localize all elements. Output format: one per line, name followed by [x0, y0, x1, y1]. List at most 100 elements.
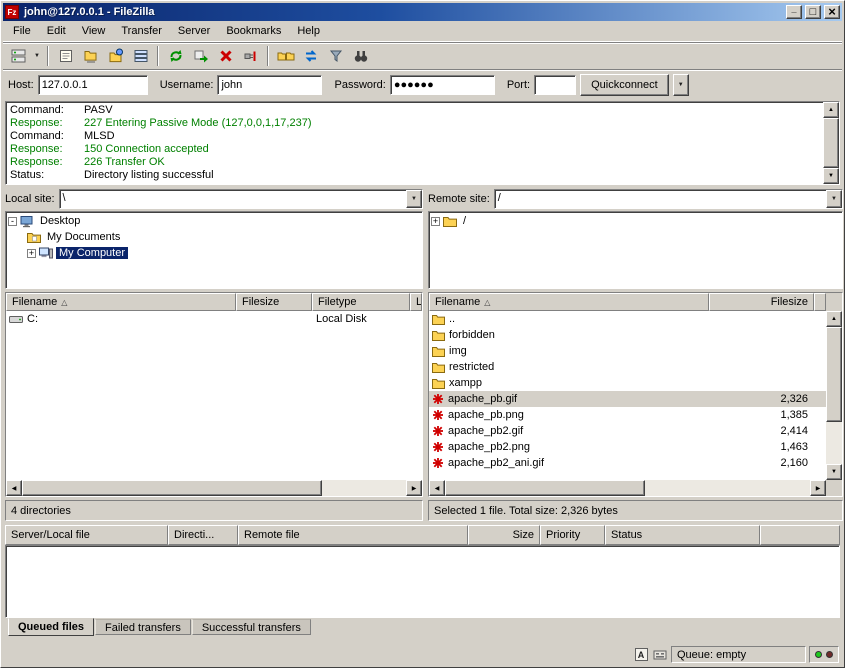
find-files-button[interactable]	[348, 45, 373, 68]
tree-item-root[interactable]: /	[431, 213, 842, 229]
tree-item-my-documents[interactable]: My Documents	[8, 229, 422, 245]
remote-file-row[interactable]: xampp	[429, 375, 826, 391]
remote-vertical-scrollbar[interactable]	[826, 311, 842, 480]
remote-site-combobox[interactable]: /	[494, 189, 843, 209]
cancel-button[interactable]	[213, 45, 238, 68]
username-input[interactable]	[217, 75, 322, 95]
site-manager-dropdown-button[interactable]	[31, 45, 43, 68]
synchronized-browsing-button[interactable]	[298, 45, 323, 68]
remote-status-text: Selected 1 file. Total size: 2,326 bytes	[428, 500, 843, 521]
scrollbar-thumb[interactable]	[823, 118, 839, 168]
scroll-down-arrow[interactable]	[823, 168, 839, 184]
filezilla-logo-icon[interactable]	[5, 5, 19, 19]
menu-view[interactable]: View	[74, 22, 114, 41]
scroll-down-arrow[interactable]	[826, 464, 842, 480]
column-header-size[interactable]: Size	[468, 525, 540, 545]
filter-button[interactable]	[323, 45, 348, 68]
remote-file-row[interactable]: apache_pb2_ani.gif 2,160	[429, 455, 826, 471]
remote-file-row[interactable]: img	[429, 343, 826, 359]
column-header-direction[interactable]: Directi...	[168, 525, 238, 545]
remote-file-row[interactable]: apache_pb.png 1,385	[429, 407, 826, 423]
tab-successful-transfers[interactable]: Successful transfers	[192, 619, 311, 635]
scroll-left-arrow[interactable]	[6, 480, 22, 496]
menu-help[interactable]: Help	[289, 22, 328, 41]
remote-file-row[interactable]: ..	[429, 311, 826, 327]
remote-pane: Remote site: / / Filename	[428, 188, 843, 521]
log-line: Response: 226 Transfer OK	[10, 156, 822, 169]
column-label: L	[416, 296, 422, 308]
scrollbar-track[interactable]	[826, 422, 842, 464]
column-header-filetype[interactable]: Filetype	[312, 293, 410, 311]
queue-list-area[interactable]	[5, 545, 840, 618]
scroll-right-arrow[interactable]	[406, 480, 422, 496]
column-header-server-local-file[interactable]: Server/Local file	[5, 525, 168, 545]
collapse-expander-icon[interactable]	[8, 217, 17, 226]
menu-server[interactable]: Server	[170, 22, 218, 41]
local-file-row[interactable]: C: Local Disk	[6, 311, 422, 327]
menu-bookmarks[interactable]: Bookmarks	[218, 22, 289, 41]
toggle-queue-button[interactable]	[128, 45, 153, 68]
process-queue-button[interactable]	[188, 45, 213, 68]
port-input[interactable]	[534, 75, 576, 95]
column-header-filesize[interactable]: Filesize	[236, 293, 312, 311]
scrollbar-thumb[interactable]	[445, 480, 645, 496]
maximize-button[interactable]	[805, 5, 821, 19]
column-header-remote-file[interactable]: Remote file	[238, 525, 468, 545]
local-horizontal-scrollbar[interactable]	[6, 480, 422, 496]
quickconnect-dropdown-button[interactable]	[673, 74, 689, 96]
column-header-status[interactable]: Status	[605, 525, 760, 545]
desktop-icon	[20, 215, 34, 228]
scrollbar-track[interactable]	[322, 480, 406, 496]
speed-limits-icon[interactable]	[652, 647, 668, 662]
expand-expander-icon[interactable]	[27, 249, 36, 258]
image-file-icon	[432, 457, 444, 469]
remote-horizontal-scrollbar[interactable]	[429, 480, 842, 496]
minimize-button[interactable]	[786, 5, 802, 19]
toggle-local-tree-button[interactable]	[78, 45, 103, 68]
menu-transfer[interactable]: Transfer	[113, 22, 170, 41]
column-header-filesize[interactable]: Filesize	[709, 293, 814, 311]
tree-item-desktop[interactable]: Desktop	[8, 213, 422, 229]
column-header-priority[interactable]: Priority	[540, 525, 605, 545]
scrollbar-corner	[826, 480, 842, 496]
remote-file-row[interactable]: forbidden	[429, 327, 826, 343]
menu-edit[interactable]: Edit	[39, 22, 74, 41]
toggle-message-log-button[interactable]	[53, 45, 78, 68]
scroll-right-arrow[interactable]	[810, 480, 826, 496]
column-header-filename[interactable]: Filename	[429, 293, 709, 311]
tree-item-my-computer[interactable]: My Computer	[8, 245, 422, 261]
site-manager-button[interactable]	[6, 45, 31, 68]
disconnect-button[interactable]	[238, 45, 263, 68]
close-button[interactable]	[824, 5, 840, 19]
scroll-up-arrow[interactable]	[826, 311, 842, 327]
local-list-body: C: Local Disk	[6, 311, 422, 480]
password-input[interactable]	[390, 75, 495, 95]
scroll-up-arrow[interactable]	[823, 102, 839, 118]
remote-file-row[interactable]: apache_pb2.gif 2,414	[429, 423, 826, 439]
host-input[interactable]	[38, 75, 148, 95]
column-header-filename[interactable]: Filename	[6, 293, 236, 311]
tab-queued-files[interactable]: Queued files	[8, 618, 94, 636]
scrollbar-thumb[interactable]	[826, 327, 842, 422]
scrollbar-track[interactable]	[645, 480, 810, 496]
remote-file-row[interactable]: restricted	[429, 359, 826, 375]
log-line-label: Command:	[10, 104, 84, 117]
tab-failed-transfers[interactable]: Failed transfers	[95, 619, 191, 635]
menu-file[interactable]: File	[5, 22, 39, 41]
local-site-combobox[interactable]: \	[59, 189, 423, 209]
log-vertical-scrollbar[interactable]	[823, 102, 839, 184]
toggle-remote-tree-button[interactable]	[103, 45, 128, 68]
scrollbar-thumb[interactable]	[22, 480, 322, 496]
scroll-left-arrow[interactable]	[429, 480, 445, 496]
expand-expander-icon[interactable]	[431, 217, 440, 226]
directory-comparison-button[interactable]	[273, 45, 298, 68]
quickconnect-button[interactable]: Quickconnect	[580, 74, 669, 96]
column-header-last-modified[interactable]: L	[410, 293, 422, 311]
ascii-datatype-icon[interactable]	[633, 647, 649, 662]
refresh-button[interactable]	[163, 45, 188, 68]
combo-dropdown-arrow[interactable]	[826, 190, 842, 208]
folder-icon	[432, 330, 445, 341]
combo-dropdown-arrow[interactable]	[406, 190, 422, 208]
remote-file-row[interactable]: apache_pb2.png 1,463	[429, 439, 826, 455]
remote-file-row-selected[interactable]: apache_pb.gif 2,326	[429, 391, 826, 407]
